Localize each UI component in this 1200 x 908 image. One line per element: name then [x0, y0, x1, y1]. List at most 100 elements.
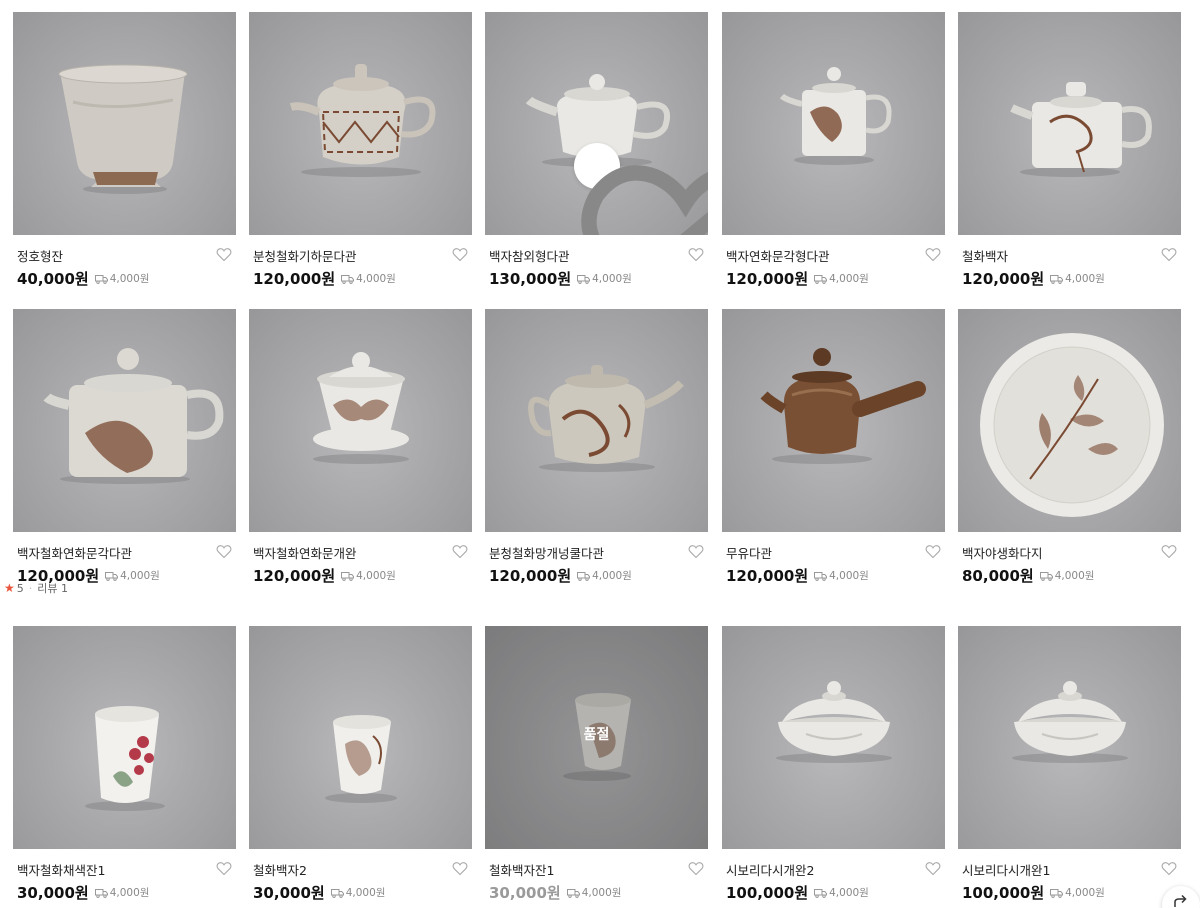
shipping-truck-icon: [814, 571, 828, 581]
shipping-fee-value: 4,000원: [829, 570, 869, 582]
shipping-fee: 4,000원: [341, 271, 396, 286]
product-name[interactable]: 백자야생화다지: [962, 543, 1043, 562]
product-image[interactable]: [13, 626, 236, 849]
wishlist-heart-icon[interactable]: [688, 247, 704, 262]
price-line: 40,000원 4,000원: [17, 268, 149, 289]
wishlist-heart-icon[interactable]: [216, 861, 232, 876]
product-name[interactable]: 철화백자2: [253, 860, 307, 879]
product-price: 30,000원: [253, 884, 325, 902]
shipping-fee-value: 4,000원: [345, 887, 386, 899]
shipping-fee: 4,000원: [1050, 885, 1105, 900]
wishlist-heart-icon[interactable]: [216, 544, 232, 559]
shipping-truck-icon: [1050, 888, 1064, 898]
product-image[interactable]: [958, 12, 1181, 235]
wishlist-heart-icon[interactable]: [688, 544, 704, 559]
product-image[interactable]: [722, 626, 945, 849]
product-price: 40,000원: [17, 270, 89, 288]
product-name[interactable]: 시보리다시개완2: [726, 860, 814, 879]
product-name[interactable]: 백자철화연화문개완: [253, 543, 357, 562]
product-photo: [980, 333, 1164, 517]
wishlist-heart-icon[interactable]: [1161, 544, 1177, 559]
product-image[interactable]: [722, 12, 945, 235]
price-line: 120,000원 4,000원: [253, 565, 396, 586]
price-line: 120,000원 4,000원: [489, 565, 632, 586]
shipping-fee: 4,000원: [94, 885, 150, 900]
shipping-truck-icon: [105, 571, 119, 581]
product-photo: [1012, 681, 1128, 763]
wishlist-heart-icon[interactable]: [452, 861, 468, 876]
shipping-fee-value: 4,000원: [109, 887, 150, 899]
wishlist-heart-icon[interactable]: [925, 544, 941, 559]
product-name[interactable]: 철화백자: [962, 246, 1008, 265]
wishlist-heart-icon[interactable]: [1161, 247, 1177, 262]
product-photo: [85, 706, 165, 811]
wishlist-heart-icon[interactable]: [925, 247, 941, 262]
shipping-fee: 4,000원: [814, 568, 869, 583]
shipping-fee-value: 4,000원: [581, 887, 622, 899]
shipping-fee: 4,000원: [341, 568, 396, 583]
product-name[interactable]: 무유다관: [726, 543, 772, 562]
price-line: 120,000원 4,000원: [726, 268, 869, 289]
product-name[interactable]: 정호형잔: [17, 246, 63, 265]
soldout-label: 품절: [583, 727, 610, 743]
product-image[interactable]: [249, 626, 472, 849]
product-image[interactable]: [958, 626, 1181, 849]
shipping-fee-value: 4,000원: [829, 887, 869, 899]
shipping-fee: 4,000원: [577, 568, 632, 583]
product-price: 80,000원: [962, 567, 1034, 585]
shipping-truck-icon: [330, 888, 344, 898]
wishlist-heart-icon[interactable]: [925, 861, 941, 876]
product-image[interactable]: [249, 309, 472, 532]
shipping-fee-value: 4,000원: [829, 273, 869, 285]
product-name[interactable]: 철화백자잔1: [489, 860, 554, 879]
product-price: 120,000원: [726, 270, 809, 288]
price-line: 30,000원 4,000원: [489, 882, 621, 903]
review-count[interactable]: 리뷰 1: [37, 580, 68, 596]
product-price: 30,000원: [17, 884, 89, 902]
product-name[interactable]: 백자철화채색잔1: [17, 860, 105, 879]
product-price: 100,000원: [726, 884, 809, 902]
shipping-fee: 4,000원: [814, 885, 869, 900]
shipping-fee: 4,000원: [94, 271, 149, 286]
shipping-truck-icon: [1050, 274, 1064, 284]
shipping-fee: 4,000원: [814, 271, 869, 286]
product-name[interactable]: 분청철화망개넝쿨다관: [489, 543, 604, 562]
product-name[interactable]: 백자철화연화문각다관: [17, 543, 132, 562]
wishlist-heart-icon[interactable]: [1161, 861, 1177, 876]
shipping-truck-icon: [94, 888, 108, 898]
product-image[interactable]: [958, 309, 1181, 532]
shipping-truck-icon: [341, 274, 355, 284]
shipping-fee: 4,000원: [330, 885, 386, 900]
shipping-fee: 4,000원: [577, 271, 632, 286]
product-price: 100,000원: [962, 884, 1045, 902]
product-name[interactable]: 백자연화문각형다관: [726, 246, 830, 265]
product-image[interactable]: 품절: [485, 626, 708, 849]
wishlist-heart-icon[interactable]: [452, 247, 468, 262]
product-name[interactable]: 시보리다시개완1: [962, 860, 1050, 879]
product-image[interactable]: [13, 309, 236, 532]
price-line: 130,000원 4,000원: [489, 268, 632, 289]
shipping-fee: 4,000원: [566, 885, 622, 900]
shipping-truck-icon: [577, 274, 591, 284]
product-image[interactable]: [13, 12, 236, 235]
product-name[interactable]: 백자참외형다관: [489, 246, 570, 265]
wishlist-heart-icon: [581, 165, 708, 235]
product-photo: [325, 715, 397, 803]
share-button[interactable]: [1162, 886, 1200, 908]
product-image[interactable]: [722, 309, 945, 532]
product-price: 120,000원: [253, 567, 336, 585]
shipping-truck-icon: [814, 274, 828, 284]
shipping-truck-icon: [814, 888, 828, 898]
wishlist-overlay-button[interactable]: [574, 143, 708, 235]
product-name[interactable]: 분청철화기하문다관: [253, 246, 357, 265]
wishlist-heart-icon[interactable]: [216, 247, 232, 262]
wishlist-heart-icon[interactable]: [688, 861, 704, 876]
price-line: 30,000원 4,000원: [17, 882, 149, 903]
product-image[interactable]: [485, 12, 708, 235]
share-icon: [1174, 894, 1187, 907]
wishlist-heart-icon[interactable]: [452, 544, 468, 559]
price-line: 120,000원 4,000원: [962, 268, 1105, 289]
product-image[interactable]: [485, 309, 708, 532]
product-image[interactable]: [249, 12, 472, 235]
product-photo: [58, 64, 188, 194]
